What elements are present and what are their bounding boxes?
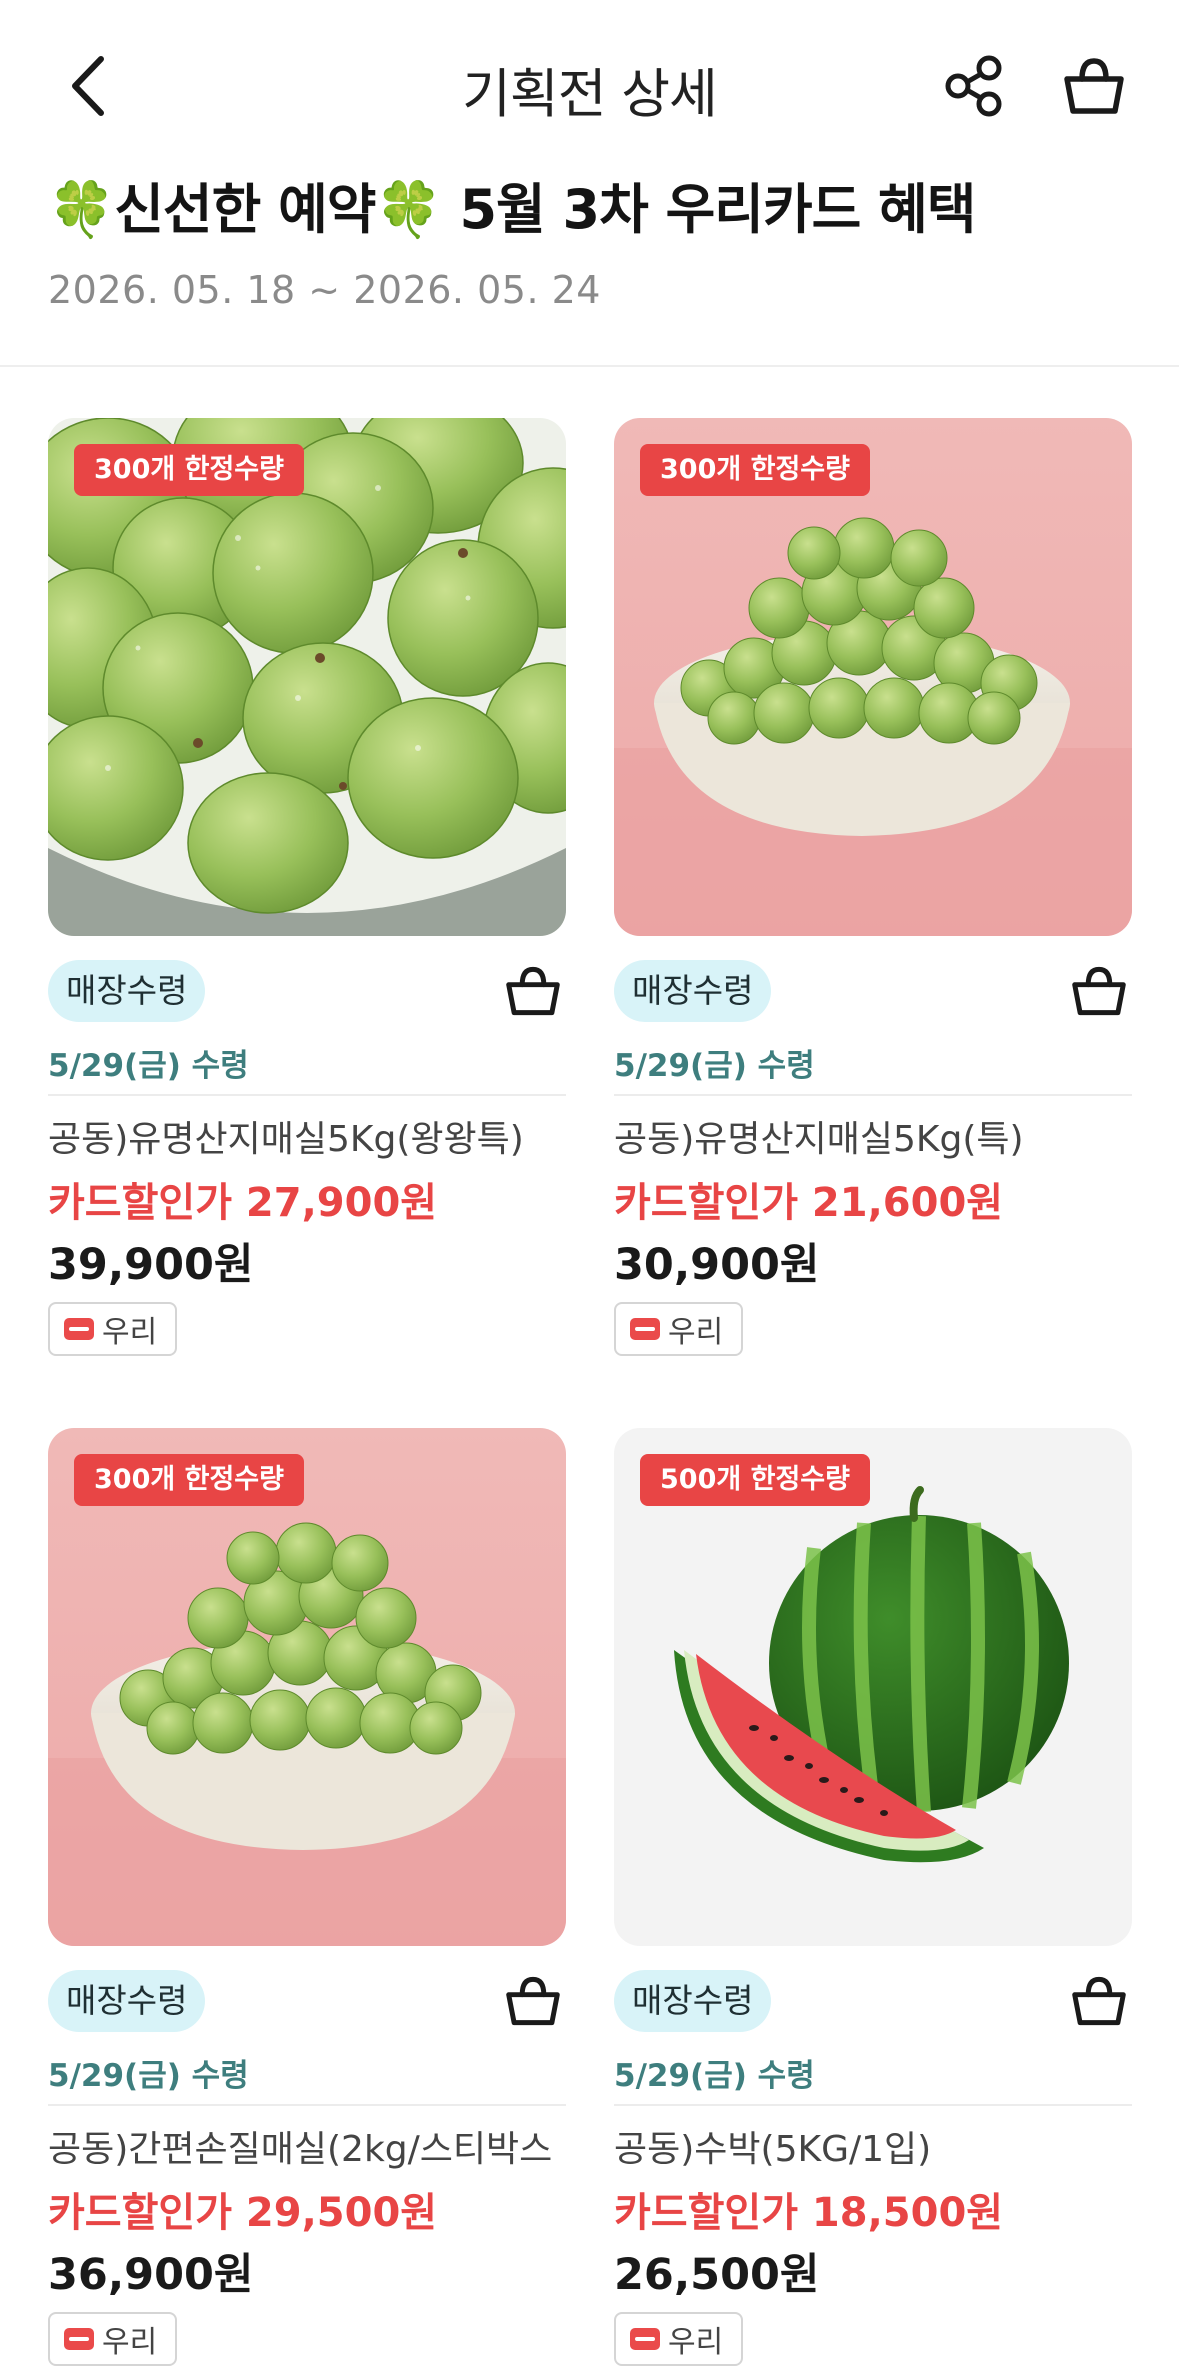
credit-card-icon — [64, 1318, 94, 1340]
bank-name: 우리 — [668, 1315, 724, 1350]
product-price: 36,900원 — [48, 2250, 254, 2300]
credit-card-icon — [630, 2328, 660, 2350]
share-button[interactable] — [936, 48, 1012, 124]
section-divider — [0, 365, 1179, 367]
product-name[interactable]: 공동)유명산지매실5Kg(왕왕특) — [48, 1110, 578, 1162]
card-bank-tag: 우리 — [614, 2312, 744, 2366]
add-to-cart-button[interactable] — [500, 958, 566, 1024]
card-discount-price: 카드할인가 29,500원 — [48, 2190, 438, 2236]
basket-icon — [1064, 58, 1124, 114]
pickup-chip: 매장수령 — [48, 960, 206, 1022]
limited-quantity-badge: 500개 한정수량 — [640, 1454, 870, 1506]
limited-quantity-badge: 300개 한정수량 — [74, 444, 304, 496]
share-icon — [945, 55, 1002, 117]
bank-name: 우리 — [668, 2325, 724, 2360]
card-discount-price: 카드할인가 18,500원 — [614, 2190, 1004, 2236]
bank-name: 우리 — [102, 2325, 158, 2360]
product-image[interactable]: 300개 한정수량 — [48, 1428, 566, 1946]
product-image[interactable]: 300개 한정수량 — [614, 418, 1132, 936]
pickup-chip: 매장수령 — [614, 1970, 772, 2032]
limited-quantity-badge: 300개 한정수량 — [640, 444, 870, 496]
product-name[interactable]: 공동)유명산지매실5Kg(특) — [614, 1110, 1144, 1162]
card-divider — [614, 2104, 1132, 2106]
pickup-date: 5/29(금) 수령 — [614, 2058, 815, 2094]
card-bank-tag: 우리 — [48, 1302, 178, 1356]
bank-name: 우리 — [102, 1315, 158, 1350]
add-to-cart-button[interactable] — [1066, 1968, 1132, 2034]
card-divider — [48, 2104, 566, 2106]
credit-card-icon — [630, 1318, 660, 1340]
limited-quantity-badge: 300개 한정수량 — [74, 1454, 304, 1506]
card-divider — [614, 1094, 1132, 1096]
basket-icon — [1072, 1976, 1126, 2026]
pickup-chip: 매장수령 — [48, 1970, 206, 2032]
product-price: 30,900원 — [614, 1240, 820, 1290]
product-price: 26,500원 — [614, 2250, 820, 2300]
product-name[interactable]: 공동)간편손질매실(2kg/스티박스 — [48, 2120, 578, 2172]
pickup-date: 5/29(금) 수령 — [48, 1048, 249, 1084]
card-discount-price: 카드할인가 27,900원 — [48, 1180, 438, 1226]
card-divider — [48, 1094, 566, 1096]
credit-card-icon — [64, 2328, 94, 2350]
card-discount-price: 카드할인가 21,600원 — [614, 1180, 1004, 1226]
card-bank-tag: 우리 — [614, 1302, 744, 1356]
event-period: 2026. 05. 18 ~ 2026. 05. 24 — [48, 268, 601, 312]
pickup-date: 5/29(금) 수령 — [48, 2058, 249, 2094]
product-image[interactable]: 300개 한정수량 — [48, 418, 566, 936]
product-price: 39,900원 — [48, 1240, 254, 1290]
card-bank-tag: 우리 — [48, 2312, 178, 2366]
basket-icon — [506, 966, 560, 1016]
event-title: 🍀신선한 예약🍀 5월 3차 우리카드 혜택 — [48, 178, 976, 241]
product-name[interactable]: 공동)수박(5KG/1입) — [614, 2120, 1144, 2172]
product-image[interactable]: 500개 한정수량 — [614, 1428, 1132, 1946]
pickup-date: 5/29(금) 수령 — [614, 1048, 815, 1084]
add-to-cart-button[interactable] — [500, 1968, 566, 2034]
header-cart-button[interactable] — [1056, 48, 1132, 124]
add-to-cart-button[interactable] — [1066, 958, 1132, 1024]
basket-icon — [1072, 966, 1126, 1016]
app-header: 기획전 상세 — [0, 0, 1179, 170]
basket-icon — [506, 1976, 560, 2026]
pickup-chip: 매장수령 — [614, 960, 772, 1022]
